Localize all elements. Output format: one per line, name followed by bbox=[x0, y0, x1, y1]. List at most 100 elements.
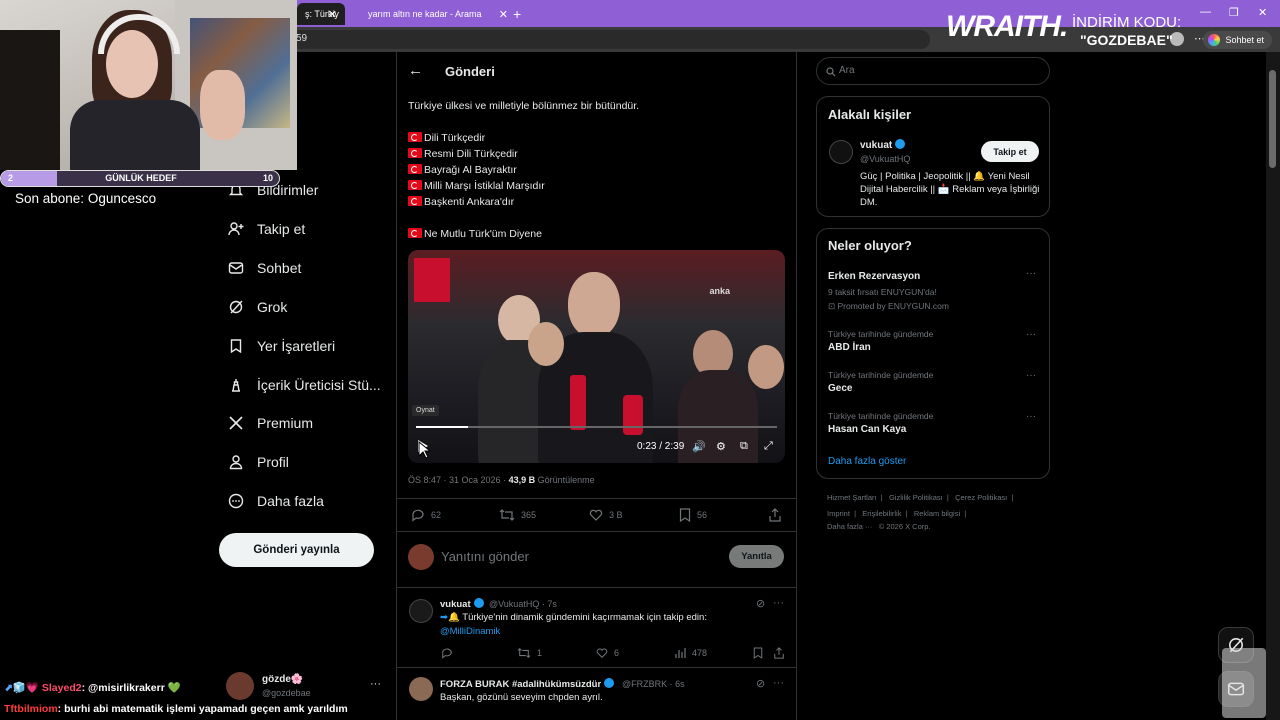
repost-icon bbox=[499, 509, 515, 521]
share-icon bbox=[769, 508, 781, 522]
bookmark-action[interactable] bbox=[753, 647, 769, 659]
url-input[interactable]: 59 bbox=[290, 30, 930, 49]
search-input[interactable]: Ara bbox=[816, 57, 1050, 85]
webcam-shirt bbox=[70, 100, 200, 170]
nav-bookmarks[interactable]: Yer İşaretleri bbox=[228, 332, 335, 360]
minimize-icon[interactable]: — bbox=[1200, 6, 1211, 18]
more-icon[interactable]: ··· bbox=[1026, 411, 1036, 422]
related-name[interactable]: vukuat bbox=[860, 139, 906, 151]
nav-label: Daha fazla bbox=[257, 493, 324, 509]
restore-icon[interactable]: ❐ bbox=[1229, 6, 1239, 19]
fullscreen-icon[interactable]: ⤢ bbox=[764, 440, 773, 453]
trend-context: Türkiye tarihinde gündemde bbox=[828, 411, 934, 421]
copilot-icon bbox=[1208, 34, 1221, 46]
divider bbox=[397, 667, 796, 668]
nav-messages[interactable]: Sohbet bbox=[228, 254, 301, 282]
share-action[interactable] bbox=[773, 647, 791, 659]
divider bbox=[397, 587, 796, 588]
account-name: gözde🌸 bbox=[262, 674, 304, 685]
chat-badge-icon: ⬈🧊💗 bbox=[4, 682, 42, 694]
grok-icon[interactable]: ⊘ bbox=[756, 677, 765, 690]
chat-user: Tftbilmiom bbox=[4, 703, 58, 715]
avatar[interactable] bbox=[829, 140, 853, 164]
follow-button[interactable]: Takip et bbox=[981, 141, 1039, 162]
repost-action[interactable]: 1 bbox=[517, 647, 542, 659]
trend-title[interactable]: ABD İran bbox=[828, 342, 871, 353]
panel-title: Alakalı kişiler bbox=[828, 107, 912, 122]
nav-premium[interactable]: Premium bbox=[228, 409, 313, 437]
more-icon[interactable]: ··· bbox=[1026, 370, 1036, 381]
bookmark-icon bbox=[679, 508, 691, 522]
reply-action[interactable]: 62 bbox=[411, 508, 441, 522]
footer-link[interactable]: Gizlilik Politikası bbox=[889, 493, 943, 502]
account-handle: @gozdebae bbox=[262, 688, 311, 698]
tab-search[interactable]: yarım altın ne kadar - Arama ✕ bbox=[348, 3, 508, 25]
close-window-icon[interactable]: ✕ bbox=[1258, 6, 1267, 19]
post-line: Milli Marşı İstiklal Marşıdır bbox=[408, 180, 545, 192]
video-frame bbox=[528, 322, 564, 366]
trend-subtitle: 9 taksit fırsatı ENUYGUN'da! bbox=[828, 287, 937, 297]
footer-more-link[interactable]: Daha fazla ··· bbox=[827, 522, 872, 531]
like-action[interactable]: 6 bbox=[596, 647, 619, 659]
close-icon[interactable]: ✕ bbox=[328, 8, 337, 21]
trend-title[interactable]: Erken Rezervasyon bbox=[828, 271, 920, 282]
share-action[interactable] bbox=[768, 508, 788, 522]
comment-author[interactable]: FORZA BURAK #adalihükümsüzdür bbox=[440, 678, 615, 690]
close-icon[interactable]: ✕ bbox=[499, 8, 508, 21]
nav-profile[interactable]: Profil bbox=[228, 448, 289, 476]
search-placeholder: Ara bbox=[839, 65, 855, 76]
repost-action[interactable]: 365 bbox=[499, 508, 536, 522]
miniplayer-icon[interactable]: ⧉ bbox=[740, 440, 748, 453]
nav-label: Takip et bbox=[257, 221, 306, 237]
grok-icon[interactable]: ⊘ bbox=[756, 597, 765, 610]
more-icon[interactable]: ··· bbox=[1026, 268, 1036, 279]
avatar[interactable] bbox=[409, 677, 433, 701]
trend-context: Türkiye tarihinde gündemde bbox=[828, 329, 934, 339]
more-icon[interactable]: ··· bbox=[773, 677, 784, 689]
video-progress-bar[interactable] bbox=[416, 426, 777, 428]
avatar[interactable] bbox=[409, 599, 433, 623]
footer-link[interactable]: Imprint bbox=[827, 509, 850, 518]
nav-follow[interactable]: Takip et bbox=[228, 215, 305, 243]
turkish-flag-icon bbox=[408, 228, 422, 238]
like-action[interactable]: 3 B bbox=[589, 508, 623, 522]
footer-link[interactable]: Reklam bilgisi bbox=[914, 509, 960, 518]
trend-context: Türkiye tarihinde gündemde bbox=[828, 370, 934, 380]
settings-icon[interactable]: ⚙ bbox=[716, 440, 726, 453]
new-tab-icon[interactable]: + bbox=[510, 3, 530, 25]
reply-action[interactable] bbox=[441, 647, 459, 659]
reply-input[interactable]: Yanıtını gönder bbox=[441, 549, 529, 564]
nav-creator-studio[interactable]: İçerik Üreticisi Stü... bbox=[228, 371, 381, 399]
volume-icon[interactable]: 🔊 bbox=[692, 440, 706, 453]
footer-link[interactable]: Çerez Politikası bbox=[955, 493, 1007, 502]
footer-link[interactable]: Erişilebilirlik bbox=[862, 509, 901, 518]
video-player[interactable]: anka bbox=[408, 250, 785, 463]
verified-icon bbox=[895, 139, 906, 149]
nav-grok[interactable]: Grok bbox=[228, 293, 287, 321]
more-icon[interactable]: ··· bbox=[773, 597, 784, 609]
post-line: Bayrağı Al Bayraktır bbox=[408, 164, 517, 176]
search-icon bbox=[826, 67, 836, 77]
bookmark-count: 56 bbox=[697, 510, 708, 520]
account-menu-icon[interactable]: ··· bbox=[370, 678, 381, 690]
more-icon[interactable]: ··· bbox=[1026, 329, 1036, 340]
like-count: 3 B bbox=[609, 510, 623, 520]
views-action[interactable]: 478 bbox=[674, 647, 707, 659]
post-button[interactable]: Gönderi yayınla bbox=[219, 533, 374, 567]
reply-button[interactable]: Yanıtla bbox=[729, 545, 784, 568]
comment-author[interactable]: vukuat bbox=[440, 598, 484, 610]
nav-more[interactable]: Daha fazla bbox=[228, 487, 324, 515]
scrollbar-thumb[interactable] bbox=[1269, 70, 1276, 168]
tab-active[interactable]: ş: Türkiy ✕ bbox=[297, 3, 345, 25]
turkish-flag-icon bbox=[408, 180, 422, 190]
goal-label: GÜNLÜK HEDEF bbox=[105, 173, 177, 183]
mention-link[interactable]: @MilliDinamik bbox=[440, 626, 500, 637]
sohbet-button[interactable]: Sohbet et bbox=[1203, 31, 1272, 49]
back-arrow-icon[interactable]: ← bbox=[408, 62, 423, 79]
footer-link[interactable]: Hizmet Şartları bbox=[827, 493, 877, 502]
bookmark-action[interactable]: 56 bbox=[679, 508, 707, 522]
show-more-link[interactable]: Daha fazla göster bbox=[828, 456, 906, 467]
daily-goal-bar: 2 GÜNLÜK HEDEF 10 bbox=[0, 170, 280, 187]
trend-title[interactable]: Hasan Can Kaya bbox=[828, 424, 906, 435]
trend-title[interactable]: Gece bbox=[828, 383, 852, 394]
